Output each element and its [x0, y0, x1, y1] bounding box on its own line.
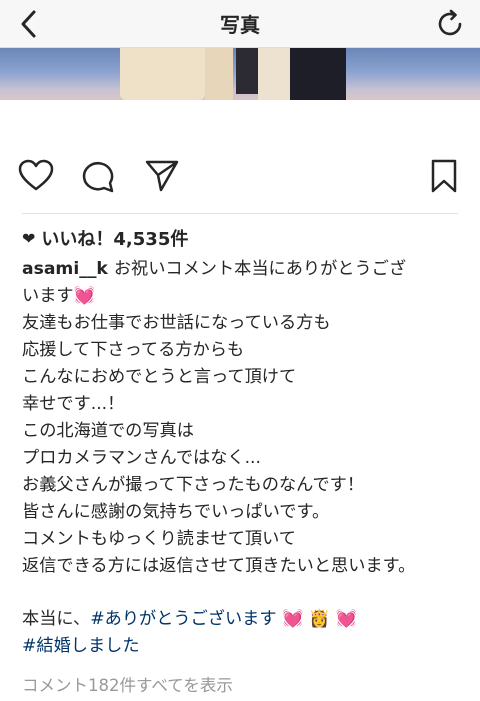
refresh-button[interactable]	[432, 6, 468, 42]
page-title: 写真	[220, 13, 260, 37]
heart-emoji-icon: 💓	[73, 286, 95, 306]
likes-text: いいね！4,535件	[41, 229, 189, 250]
photo-figure	[290, 48, 346, 100]
caption-line-1: お祝いコメント本当にありがとうござ	[113, 259, 407, 279]
paper-plane-icon	[145, 160, 179, 192]
caption-line-2: います	[22, 286, 74, 306]
post-photo[interactable]	[0, 48, 480, 100]
hashtag-line-2: #結婚しました	[22, 633, 468, 660]
post-actions-bar	[0, 150, 480, 200]
bookmark-icon	[431, 159, 457, 193]
share-button[interactable]	[142, 156, 182, 196]
view-all-comments-link[interactable]: コメント182件すべてを表示	[22, 672, 233, 696]
chevron-left-icon	[21, 10, 36, 38]
hashtag-link[interactable]: #結婚しました	[22, 636, 140, 656]
photo-figure	[120, 48, 205, 100]
section-divider	[22, 213, 458, 214]
save-button[interactable]	[424, 156, 464, 196]
hashtag-line-1: 本当に、#ありがとうございます 💓 👸 💓	[22, 606, 468, 633]
back-button[interactable]	[12, 6, 48, 42]
heart-outline-icon	[18, 159, 54, 191]
caption-body: 友達もお仕事でお世話になっている方も 応援して下さってる方からも こんなにおめで…	[22, 313, 416, 576]
hashtag-block: 本当に、#ありがとうございます 💓 👸 💓 #結婚しました	[22, 606, 468, 660]
caption-username[interactable]: asami__k	[22, 259, 108, 279]
comment-bubble-icon	[82, 162, 114, 193]
refresh-icon	[438, 9, 462, 36]
like-button[interactable]	[16, 156, 56, 196]
hashtag-prefix: 本当に、	[22, 609, 91, 629]
photo-figure	[236, 48, 258, 94]
post-caption: asami__k お祝いコメント本当にありがとうござ います💓 友達もお仕事でお世…	[22, 256, 468, 580]
hashtag-link[interactable]: #ありがとうございます	[90, 609, 276, 629]
heart-filled-icon: ❤	[22, 228, 36, 248]
likes-count[interactable]: ❤ いいね！4,535件	[22, 224, 188, 252]
emoji-group-icon: 💓 👸 💓	[281, 609, 358, 629]
photo-figure	[205, 48, 233, 100]
comment-button[interactable]	[78, 156, 118, 196]
photo-figure	[258, 48, 290, 100]
top-nav-bar: 写真	[0, 0, 480, 48]
